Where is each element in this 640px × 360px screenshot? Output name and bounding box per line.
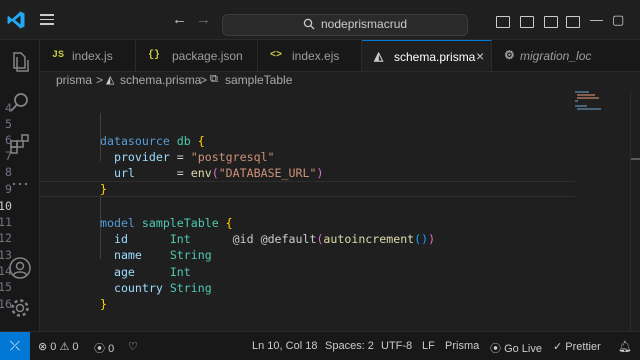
prettier-label: Prettier (565, 341, 601, 353)
search-icon (303, 18, 315, 30)
line-number: 7 (5, 149, 12, 164)
editor-tabs: JS index.js {} package.json <> index.ejs… (40, 40, 640, 72)
tab-index-js[interactable]: JS index.js (40, 40, 136, 71)
ports-count: 0 (108, 343, 115, 355)
line-number: 5 (5, 117, 12, 132)
brace: } (100, 296, 107, 311)
prisma-file-icon: ◭ (374, 50, 384, 64)
line-number: 15 (0, 280, 12, 295)
code-line: 15 } (0, 263, 575, 310)
tab-index-ejs[interactable]: <> index.ejs (258, 40, 362, 71)
remote-icon[interactable]: ⤫ (0, 332, 30, 360)
warning-count: 0 (72, 341, 79, 353)
go-live-label: Go Live (504, 343, 542, 355)
code-line: 14 country String (0, 247, 575, 294)
back-arrow-icon[interactable]: ← (172, 11, 187, 28)
indentation[interactable]: Spaces: 2 (325, 340, 374, 352)
feedback-icon[interactable]: ♡ (128, 340, 138, 353)
ports-status[interactable]: ⦿ 0 (94, 340, 114, 356)
toggle-primary-sidebar-icon[interactable] (496, 16, 510, 28)
customize-layout-icon[interactable] (566, 16, 580, 28)
tab-label: index.js (72, 49, 113, 63)
line-number: 12 (0, 231, 12, 246)
cursor-position[interactable]: Ln 10, Col 18 (252, 340, 317, 352)
warning-icon: ⚠ (59, 341, 70, 353)
hamburger-menu-icon[interactable] (40, 14, 54, 26)
gear-file-icon: ⚙ (504, 49, 515, 63)
error-count: 0 (50, 341, 57, 353)
double-check-icon: ✓ (553, 341, 563, 353)
code-line: 11 id Int @id @default(autoincrement()) (0, 198, 575, 245)
code-editor[interactable]: 4 5 datasource db { 6 provider = "postgr… (0, 90, 640, 331)
json-file-icon: {} (148, 50, 161, 61)
tab-package-json[interactable]: {} package.json (136, 40, 258, 71)
prettier-status[interactable]: ✓ Prettier (553, 340, 601, 353)
minimap[interactable] (575, 90, 625, 331)
search-text: nodeprismacrud (321, 17, 408, 31)
error-icon: ⊗ (38, 341, 48, 353)
close-icon[interactable]: × (476, 48, 484, 64)
forward-arrow-icon[interactable]: → (196, 11, 211, 28)
tab-label: index.ejs (292, 49, 340, 63)
line-number: 13 (0, 248, 12, 263)
line-number: 16 (0, 297, 12, 312)
notifications-bell-icon[interactable]: 🔔︎ (618, 340, 632, 353)
code-line: 16 (0, 280, 575, 311)
status-bar: ⤫ ⊗ 0 ⚠ 0 ⦿ 0 ♡ Ln 10, Col 18 Spaces: 2 … (0, 331, 640, 360)
javascript-file-icon: JS (52, 50, 65, 61)
line-number: 10 (0, 199, 12, 214)
problems-status[interactable]: ⊗ 0 ⚠ 0 (38, 340, 79, 353)
explorer-icon[interactable] (8, 50, 32, 74)
line-number: 8 (5, 165, 12, 180)
code-line: 5 datasource db { (5, 100, 575, 147)
toggle-secondary-sidebar-icon[interactable] (544, 16, 558, 28)
tab-migration-lock[interactable]: ⚙ migration_loc (492, 40, 640, 71)
vscode-logo-icon (7, 11, 25, 29)
title-bar: ← → nodeprismacrud — ▢ (0, 0, 640, 40)
minimize-icon[interactable]: — (590, 12, 603, 27)
code-line: 4 (5, 84, 575, 115)
broadcast-icon: ⦿ (490, 343, 501, 355)
command-center-search[interactable]: nodeprismacrud (222, 14, 468, 36)
vertical-scrollbar[interactable] (630, 90, 640, 331)
go-live-button[interactable]: ⦿ Go Live (490, 340, 542, 356)
line-number: 9 (5, 182, 12, 197)
line-number: 14 (0, 264, 12, 279)
code-line: 7 url = env("DATABASE_URL") (5, 132, 575, 179)
tab-schema-prisma[interactable]: ◭ schema.prisma × (362, 40, 492, 71)
broadcast-icon: ⦿ (94, 343, 105, 355)
ejs-file-icon: <> (270, 50, 283, 61)
code-line: 9 (5, 165, 575, 196)
line-number: 11 (0, 215, 12, 230)
maximize-icon[interactable]: ▢ (612, 12, 624, 28)
code-line: 12 name String (0, 214, 575, 261)
end-of-line[interactable]: LF (422, 340, 435, 352)
code-line: 6 provider = "postgresql" (5, 116, 575, 163)
line-number: 4 (5, 101, 12, 116)
toggle-panel-icon[interactable] (520, 16, 534, 28)
encoding[interactable]: UTF-8 (381, 340, 412, 352)
tab-label: migration_loc (520, 49, 592, 63)
code-line: 13 age Int (0, 231, 575, 278)
code-line: 8 } (5, 148, 575, 195)
tab-label: package.json (172, 49, 243, 63)
line-number: 6 (5, 133, 12, 148)
code-line-current: 10 model sampleTable { (0, 181, 575, 230)
language-mode[interactable]: Prisma (445, 340, 479, 352)
tab-label: schema.prisma (394, 50, 476, 64)
